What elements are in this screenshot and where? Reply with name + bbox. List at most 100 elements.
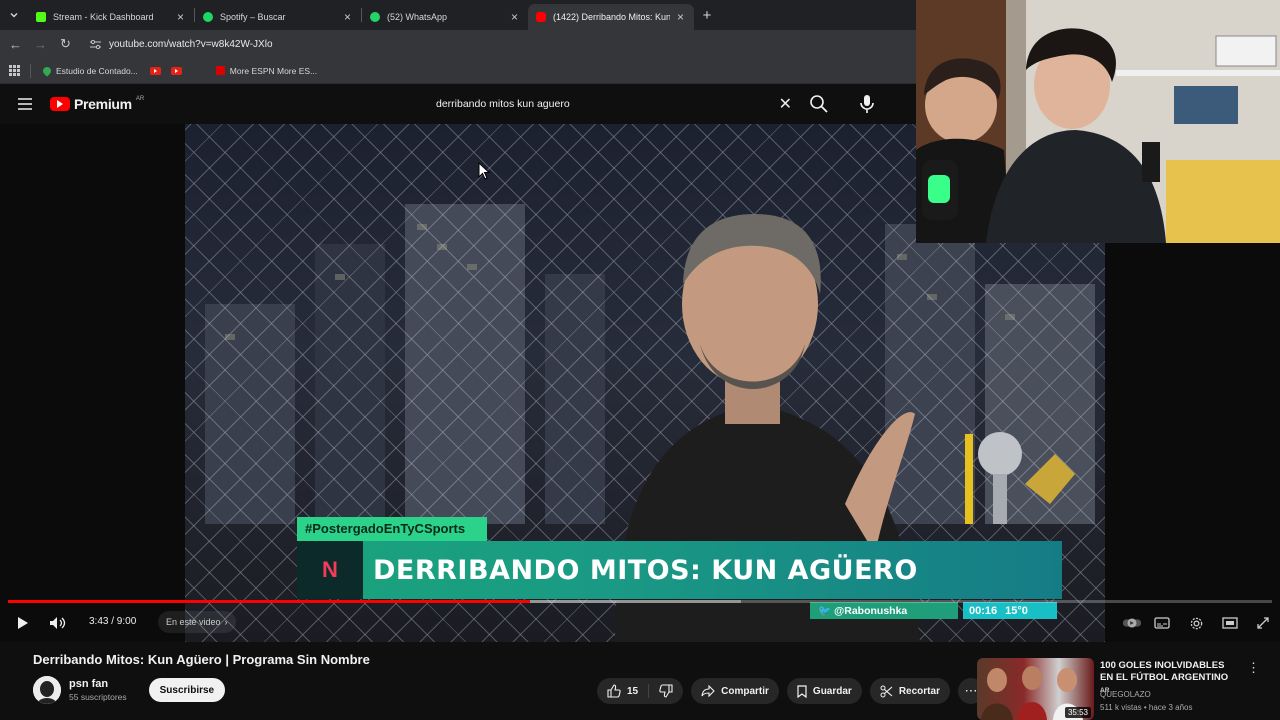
bookmark-youtube-2[interactable] [170,66,182,75]
scissors-icon [880,685,893,697]
play-button[interactable] [12,614,32,632]
search-icon[interactable] [808,93,830,115]
expand-icon [1257,617,1269,629]
video-thumbnail[interactable]: 35:53 [977,658,1094,720]
search-input[interactable]: derribando mitos kun aguero ✕ [424,90,802,118]
save-button[interactable]: Guardar [786,678,862,704]
spotify-favicon-icon [203,12,213,22]
avatar[interactable] [33,676,61,704]
theater-mode-button[interactable] [1220,614,1240,632]
video-title: Derribando Mitos: Kun Agüero | Programa … [33,652,370,667]
browser-tab-bar: Stream - Kick Dashboard × Spotify – Busc… [0,0,916,30]
volume-button[interactable] [48,614,68,632]
like-count: 15 [627,685,639,697]
map-pin-icon [41,64,53,77]
youtube-icon [149,66,161,75]
subscriber-count: 55 suscriptores [69,692,127,702]
subtitles-button[interactable] [1152,614,1172,632]
youtube-icon [170,66,182,75]
close-tab-icon[interactable]: × [177,10,184,24]
theater-icon [1222,617,1238,629]
autoplay-toggle[interactable] [1122,614,1142,632]
subtitles-icon [1154,617,1170,629]
back-arrow-icon[interactable]: ← [3,37,28,52]
channel-row: psn fan 55 suscriptores Suscribirse [33,676,226,704]
hashtag-banner: #PostergadoEnTyCSports [297,517,487,541]
whatsapp-favicon-icon [370,12,380,22]
avatar-image [33,676,61,704]
tab-whatsapp[interactable]: (52) WhatsApp × [362,4,528,30]
bookmark-label: More ESPN More ES... [229,65,318,76]
recommendation-title-text: 100 GOLES INOLVIDABLES EN EL FÚTBOL ARGE… [1100,660,1229,683]
bookmarks-bar: Estudio de Contado... More ESPN More ES.… [0,58,916,84]
reload-icon[interactable]: ↻ [53,36,78,52]
logo-region: AR [135,96,145,102]
bookmark-estudio[interactable]: Estudio de Contado... [41,64,138,77]
close-tab-icon[interactable]: × [677,10,684,24]
close-tab-icon[interactable]: × [344,10,351,24]
apps-grid-icon[interactable] [9,65,20,76]
fullscreen-button[interactable] [1253,614,1273,632]
tab-title: Spotify – Buscar [220,12,286,22]
webcam-feed [916,0,1280,243]
chapter-button[interactable]: En este video › [158,611,236,633]
action-bar: 15 Compartir Guardar Recortar ⋯ [597,678,984,704]
settings-button[interactable] [1186,614,1206,632]
save-label: Guardar [812,685,852,697]
bookmark-label: Estudio de Contado... [56,65,138,76]
webcam-overlay [916,0,1280,243]
clip-button[interactable]: Recortar [869,678,950,704]
new-tab-icon[interactable]: + [694,7,720,24]
youtube-logo-icon [50,97,70,111]
share-button[interactable]: Compartir [691,678,779,704]
youtube-premium-logo[interactable]: Premium AR [50,96,144,112]
trophy [965,432,1075,524]
gear-icon [1190,617,1202,629]
bookmark-espn[interactable]: More ESPN More ES... [215,65,318,76]
thumbs-down-icon [659,684,673,698]
forward-arrow-icon[interactable]: → [28,37,53,52]
channel-name[interactable]: psn fan [69,678,127,690]
logo-text: Premium [74,96,132,112]
recommendation-meta: 511 k vistas • hace 3 años [1100,703,1193,712]
tab-title: (52) WhatsApp [387,12,448,22]
subscribe-button[interactable]: Suscribirse [148,678,226,702]
share-label: Compartir [721,685,769,697]
menu-icon[interactable] [0,97,50,111]
like-dislike-group: 15 [597,678,684,704]
tab-spotify[interactable]: Spotify – Buscar × [195,4,361,30]
tab-title: Stream - Kick Dashboard [53,12,154,22]
like-button[interactable]: 15 [597,684,650,698]
played-bar [8,600,531,603]
recommendation-channel[interactable]: QUEGOLAZO [1100,690,1151,699]
lower-third-title: DERRIBANDO MITOS: KUN AGÜERO [373,554,918,586]
thumbs-up-icon [607,684,621,698]
tab-youtube[interactable]: (1422) Derribando Mitos: Kun Agüero × [528,4,694,30]
tab-title: (1422) Derribando Mitos: Kun Agüero [553,12,670,22]
kebab-menu-icon[interactable]: ⋮ [1247,660,1260,676]
recommended-video[interactable]: 35:53 100 GOLES INOLVIDABLES EN EL FÚTBO… [977,658,1267,720]
tab-search-button[interactable] [0,0,28,30]
clear-search-icon[interactable]: ✕ [779,94,792,114]
volume-icon [50,617,66,629]
microphone-icon[interactable] [856,92,878,116]
screen: Stream - Kick Dashboard × Spotify – Busc… [0,0,1280,720]
close-tab-icon[interactable]: × [511,10,518,24]
show-logo: N [297,541,363,599]
mouse-cursor-icon [478,162,490,180]
progress-bar[interactable] [8,600,1272,603]
autoplay-icon [1122,618,1142,628]
tab-kick[interactable]: Stream - Kick Dashboard × [28,4,194,30]
chevron-down-icon [10,13,18,18]
url-text: youtube.com/watch?v=w8k42W-JXlo [109,38,273,50]
share-icon [701,685,715,697]
dislike-button[interactable] [649,684,683,698]
time-display: 3:43 / 9:00 [89,616,137,627]
video-duration: 35:53 [1064,707,1091,718]
site-settings-icon[interactable] [90,39,101,49]
youtube-favicon-icon [536,12,546,22]
chapter-label: En este video [166,617,221,627]
url-field[interactable]: youtube.com/watch?v=w8k42W-JXlo [84,33,904,55]
chevron-right-icon: › [224,617,228,627]
bookmark-youtube-1[interactable] [149,66,161,75]
